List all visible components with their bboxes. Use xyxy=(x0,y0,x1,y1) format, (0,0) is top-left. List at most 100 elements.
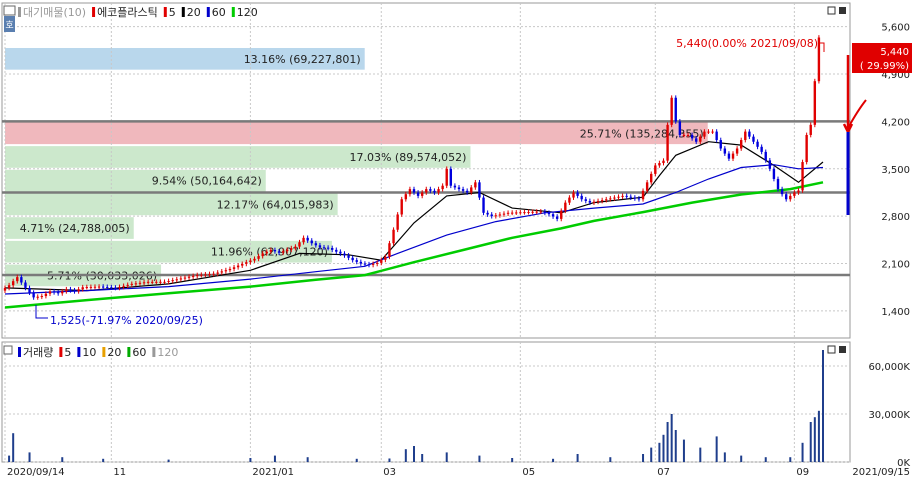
price-legend-marker xyxy=(206,7,210,17)
price-legend-label: 20 xyxy=(187,6,201,19)
candle-body xyxy=(322,247,326,249)
candle-body xyxy=(617,196,620,198)
candle-body xyxy=(457,187,461,190)
candle-body xyxy=(572,192,575,198)
candle-body xyxy=(28,287,31,293)
price-legend-label: 대기매물(10) xyxy=(23,6,86,19)
candle-body xyxy=(273,250,277,252)
candle-body xyxy=(36,296,39,298)
candle-body xyxy=(441,185,444,190)
candle-body xyxy=(539,211,542,213)
candle-body xyxy=(592,201,596,203)
volume-pane-close-button[interactable] xyxy=(839,346,846,353)
price-axis-tick-label: 5,600 xyxy=(881,23,910,34)
candle-body xyxy=(306,237,309,241)
candle-body xyxy=(596,200,600,202)
candle-body xyxy=(564,202,567,211)
candle-body xyxy=(699,136,702,142)
candle-body xyxy=(52,291,56,293)
candle-body xyxy=(241,263,244,266)
volume-pane-minimize-button[interactable] xyxy=(3,345,13,355)
candle-body xyxy=(363,263,367,265)
candle-body xyxy=(220,271,223,273)
candle-body xyxy=(772,168,776,179)
candle-body xyxy=(744,131,747,141)
date-axis-tick-label: 05 xyxy=(522,467,535,478)
candle-body xyxy=(388,243,391,257)
candle-body xyxy=(48,291,52,294)
candle-body xyxy=(142,282,146,284)
candle-body xyxy=(183,277,187,279)
candle-body xyxy=(703,131,706,137)
price-legend-label: 에코플라스틱 xyxy=(97,6,158,19)
volume-legend-label: 60 xyxy=(132,346,146,359)
period-high-annotation: 5,440(0.00% 2021/09/08) xyxy=(676,37,818,50)
candle-body xyxy=(498,214,502,216)
candle-body xyxy=(437,189,440,193)
volume-bar xyxy=(478,455,481,462)
candle-body xyxy=(482,197,485,213)
candle-body xyxy=(367,264,371,266)
volume-bar xyxy=(723,452,726,462)
price-axis-tick-label: 4,200 xyxy=(881,117,910,128)
volume-legend-marker xyxy=(18,347,21,357)
volume-bar xyxy=(662,434,665,462)
price-axis-tick-label: 1,400 xyxy=(881,307,910,318)
candle-body xyxy=(764,151,767,161)
volume-profile-label: 13.16% (69,227,801) xyxy=(244,53,361,66)
price-legend-label: 60 xyxy=(212,6,226,19)
candle-body xyxy=(793,192,796,196)
volume-bar xyxy=(28,452,31,462)
candle-body xyxy=(412,189,416,193)
candle-body xyxy=(678,121,682,135)
candle-body xyxy=(335,249,338,252)
candle-body xyxy=(298,242,301,247)
candle-body xyxy=(633,197,637,199)
volume-pane-maximize-button[interactable] xyxy=(827,345,836,354)
candle-body xyxy=(588,200,592,203)
candle-body xyxy=(801,162,804,191)
candle-body xyxy=(208,274,211,276)
candle-body xyxy=(490,214,493,217)
volume-bar xyxy=(249,458,252,462)
volume-bar xyxy=(306,457,309,462)
candle-body xyxy=(163,281,166,283)
volume-legend-label: 10 xyxy=(82,346,96,359)
candle-body xyxy=(130,283,133,285)
date-axis-tick-label: 07 xyxy=(657,467,670,478)
candle-body xyxy=(780,189,784,195)
volume-profile-label: 4.71% (24,788,005) xyxy=(20,222,130,235)
volume-legend-label: 5 xyxy=(64,346,71,359)
candle-body xyxy=(171,280,174,282)
candle-body xyxy=(727,153,731,159)
candle-body xyxy=(805,134,808,163)
candle-body xyxy=(625,195,628,197)
volume-bar xyxy=(789,457,792,462)
candle-body xyxy=(249,260,252,263)
candle-body xyxy=(682,134,686,136)
candle-body xyxy=(187,276,191,278)
candle-body xyxy=(32,292,35,298)
candle-body xyxy=(380,259,383,263)
candle-body xyxy=(265,251,268,254)
candle-body xyxy=(318,245,322,248)
volume-bar xyxy=(445,452,448,462)
candle-body xyxy=(474,182,477,188)
candle-body xyxy=(429,189,432,191)
price-pane-close-button[interactable] xyxy=(839,7,846,14)
volume-legend-marker xyxy=(127,347,131,357)
volume-bar xyxy=(650,447,653,462)
candle-body xyxy=(56,292,60,294)
candle-body xyxy=(449,168,453,186)
pane-minimize-button[interactable] xyxy=(3,5,16,16)
candle-body xyxy=(106,286,109,288)
volume-legend-label: 120 xyxy=(157,346,178,359)
period-low-annotation: 1,525(-71.97% 2020/09/25) xyxy=(50,314,203,327)
candle-body xyxy=(20,277,23,283)
price-axis-tick-label: 3,500 xyxy=(881,165,910,176)
volume-bar xyxy=(822,350,824,462)
candle-body xyxy=(731,153,735,159)
candle-body xyxy=(40,296,44,298)
price-pane-maximize-button[interactable] xyxy=(827,6,836,15)
volume-bar xyxy=(511,458,514,462)
